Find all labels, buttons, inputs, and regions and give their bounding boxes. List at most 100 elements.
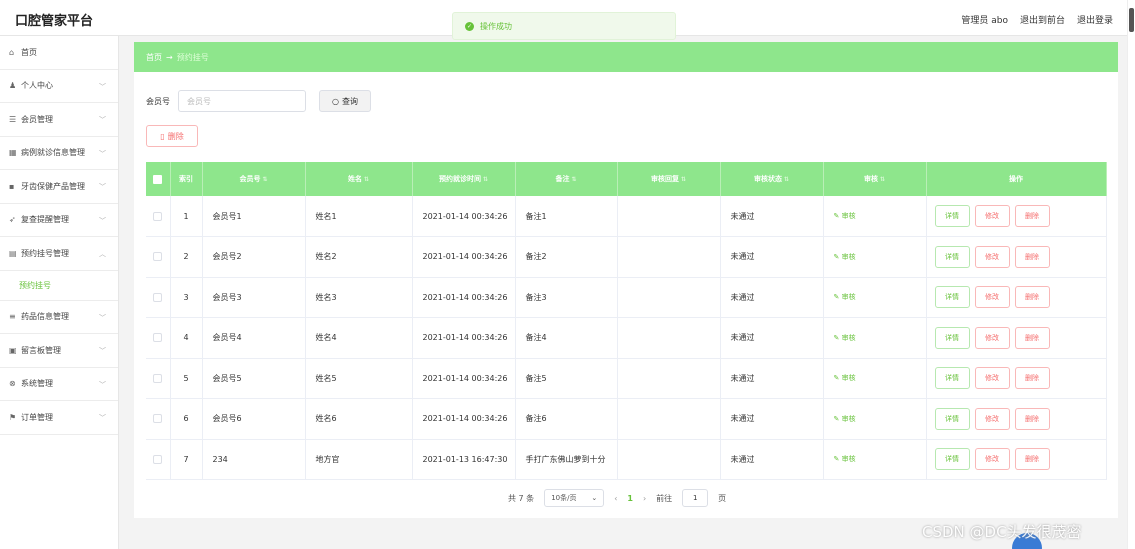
detail-button[interactable]: 详情 bbox=[934, 367, 970, 390]
detail-button[interactable]: 详情 bbox=[934, 286, 970, 309]
sidebar-item[interactable]: ▣ 留言板管理 ﹀ bbox=[0, 334, 118, 368]
sidebar-item[interactable]: ▤ 预约挂号管理 ︿ bbox=[0, 237, 118, 271]
delete-button[interactable]: 删除 bbox=[1014, 326, 1050, 349]
pagination: 共 7 条 10条/页 ⌄ ‹ 1 › 前往 页 bbox=[508, 489, 726, 507]
column-header[interactable]: 操作 bbox=[926, 162, 1107, 196]
sort-icon[interactable]: ⇅ bbox=[784, 176, 789, 183]
select-all-checkbox[interactable] bbox=[153, 174, 163, 184]
sidebar-item[interactable]: ♟ 个人中心 ﹀ bbox=[0, 70, 118, 103]
audit-link-label: 审核 bbox=[841, 455, 856, 464]
breadcrumb-home[interactable]: 首页 bbox=[146, 52, 162, 63]
delete-button[interactable]: 删除 bbox=[1014, 245, 1050, 268]
delete-button[interactable]: 删除 bbox=[1014, 407, 1050, 430]
audit-link[interactable]: ✎ 审核 bbox=[834, 415, 856, 423]
row-checkbox[interactable] bbox=[153, 373, 163, 383]
sidebar-item[interactable]: ≡ 药品信息管理 ﹀ bbox=[0, 301, 118, 334]
logout-link[interactable]: 退出登录 bbox=[1077, 13, 1113, 26]
cell-name: 姓名6 bbox=[305, 398, 413, 440]
prev-page-icon[interactable]: ‹ bbox=[614, 494, 617, 503]
scrollbar-thumb[interactable] bbox=[1129, 8, 1134, 32]
sort-icon[interactable]: ⇅ bbox=[262, 176, 267, 183]
audit-link[interactable]: ✎ 审核 bbox=[834, 293, 856, 301]
detail-button[interactable]: 详情 bbox=[934, 407, 970, 430]
row-checkbox[interactable] bbox=[153, 292, 163, 302]
row-select-cell[interactable] bbox=[146, 277, 171, 318]
row-select-cell[interactable] bbox=[146, 358, 171, 399]
row-checkbox[interactable] bbox=[153, 211, 163, 221]
cell-ops: 详情 修改 删除 bbox=[926, 439, 1107, 480]
sort-icon[interactable]: ⇅ bbox=[364, 176, 369, 183]
cell-member: 会员号2 bbox=[202, 236, 306, 278]
cell-idx: 2 bbox=[170, 236, 203, 278]
row-select-cell[interactable] bbox=[146, 398, 171, 440]
audit-link-label: 审核 bbox=[841, 333, 856, 342]
column-header[interactable]: 审核回复 ⇅ bbox=[617, 162, 721, 196]
edit-button[interactable]: 修改 bbox=[974, 286, 1010, 309]
sort-icon[interactable]: ⇅ bbox=[880, 176, 885, 183]
column-header[interactable]: 备注 ⇅ bbox=[515, 162, 618, 196]
row-checkbox[interactable] bbox=[153, 252, 163, 262]
edit-button[interactable]: 修改 bbox=[974, 448, 1010, 471]
audit-link[interactable]: ✎ 审核 bbox=[834, 212, 856, 220]
delete-button[interactable]: 删除 bbox=[1014, 205, 1050, 227]
audit-link[interactable]: ✎ 审核 bbox=[834, 374, 856, 382]
audit-link[interactable]: ✎ 审核 bbox=[834, 334, 856, 342]
row-select-cell[interactable] bbox=[146, 196, 171, 237]
chevron-down-icon: ﹀ bbox=[99, 347, 106, 355]
back-to-front-link[interactable]: 退出到前台 bbox=[1020, 13, 1065, 26]
audit-link-label: 审核 bbox=[841, 293, 856, 302]
column-header[interactable]: 索引 bbox=[170, 162, 203, 196]
row-checkbox[interactable] bbox=[153, 414, 163, 424]
sidebar-item[interactable]: ▪ 牙齿保健产品管理 ﹀ bbox=[0, 170, 118, 204]
chevron-down-icon: ﹀ bbox=[99, 149, 106, 158]
column-header[interactable]: 会员号 ⇅ bbox=[202, 162, 306, 196]
sort-icon[interactable]: ⇅ bbox=[571, 176, 576, 183]
sort-icon[interactable]: ⇅ bbox=[483, 176, 488, 183]
sidebar-item[interactable]: ⚑ 订单管理 ﹀ bbox=[0, 401, 118, 435]
detail-button[interactable]: 详情 bbox=[934, 448, 970, 471]
sidebar-item[interactable]: ☰ 会员管理 ﹀ bbox=[0, 103, 118, 137]
batch-delete-button[interactable]: ▯ 删除 bbox=[146, 125, 198, 147]
sidebar-item[interactable]: ➶ 复查提醒管理 ﹀ bbox=[0, 204, 118, 237]
audit-link[interactable]: ✎ 审核 bbox=[834, 253, 856, 261]
next-page-icon[interactable]: › bbox=[643, 494, 646, 503]
edit-button[interactable]: 修改 bbox=[974, 205, 1010, 227]
delete-button[interactable]: 删除 bbox=[1014, 286, 1050, 309]
row-checkbox[interactable] bbox=[153, 454, 163, 464]
page-size-select[interactable]: 10条/页 ⌄ bbox=[544, 489, 605, 507]
member-search-input[interactable] bbox=[178, 90, 306, 112]
cell-idx: 4 bbox=[170, 317, 203, 359]
edit-button[interactable]: 修改 bbox=[974, 326, 1010, 349]
edit-button[interactable]: 修改 bbox=[974, 245, 1010, 268]
column-header[interactable]: 预约就诊时间 ⇅ bbox=[412, 162, 516, 196]
edit-button[interactable]: 修改 bbox=[974, 407, 1010, 430]
audit-link[interactable]: ✎ 审核 bbox=[834, 455, 856, 463]
select-all-header[interactable] bbox=[146, 162, 171, 196]
goto-page-input[interactable] bbox=[682, 489, 709, 507]
column-header-label: 备注 bbox=[555, 175, 570, 183]
sort-icon[interactable]: ⇅ bbox=[681, 176, 686, 183]
search-button[interactable]: ○ 查询 bbox=[319, 90, 371, 112]
edit-button[interactable]: 修改 bbox=[974, 367, 1010, 390]
row-checkbox[interactable] bbox=[153, 333, 163, 343]
delete-button[interactable]: 删除 bbox=[1014, 448, 1050, 471]
apps-icon: ▪ bbox=[9, 181, 15, 191]
page-scrollbar[interactable] bbox=[1127, 0, 1135, 549]
column-header[interactable]: 姓名 ⇅ bbox=[305, 162, 413, 196]
sidebar-item[interactable]: ⌂ 首页 bbox=[0, 36, 118, 70]
column-header[interactable]: 审核 ⇅ bbox=[823, 162, 927, 196]
column-header[interactable]: 审核状态 ⇅ bbox=[720, 162, 824, 196]
delete-button[interactable]: 删除 bbox=[1014, 367, 1050, 390]
detail-button[interactable]: 详情 bbox=[934, 245, 970, 268]
chevron-down-icon: ﹀ bbox=[99, 183, 106, 191]
row-select-cell[interactable] bbox=[146, 236, 171, 278]
page-number-current[interactable]: 1 bbox=[627, 494, 633, 503]
sidebar-item[interactable]: ▦ 病例就诊信息管理 ﹀ bbox=[0, 137, 118, 170]
row-select-cell[interactable] bbox=[146, 317, 171, 359]
sidebar-item[interactable]: ⊗ 系统管理 ﹀ bbox=[0, 368, 118, 401]
cell-ops: 详情 修改 删除 bbox=[926, 236, 1107, 278]
detail-button[interactable]: 详情 bbox=[934, 205, 970, 227]
detail-button[interactable]: 详情 bbox=[934, 326, 970, 349]
row-select-cell[interactable] bbox=[146, 439, 171, 480]
sidebar-subitem-appointment[interactable]: 预约挂号 bbox=[0, 271, 118, 301]
